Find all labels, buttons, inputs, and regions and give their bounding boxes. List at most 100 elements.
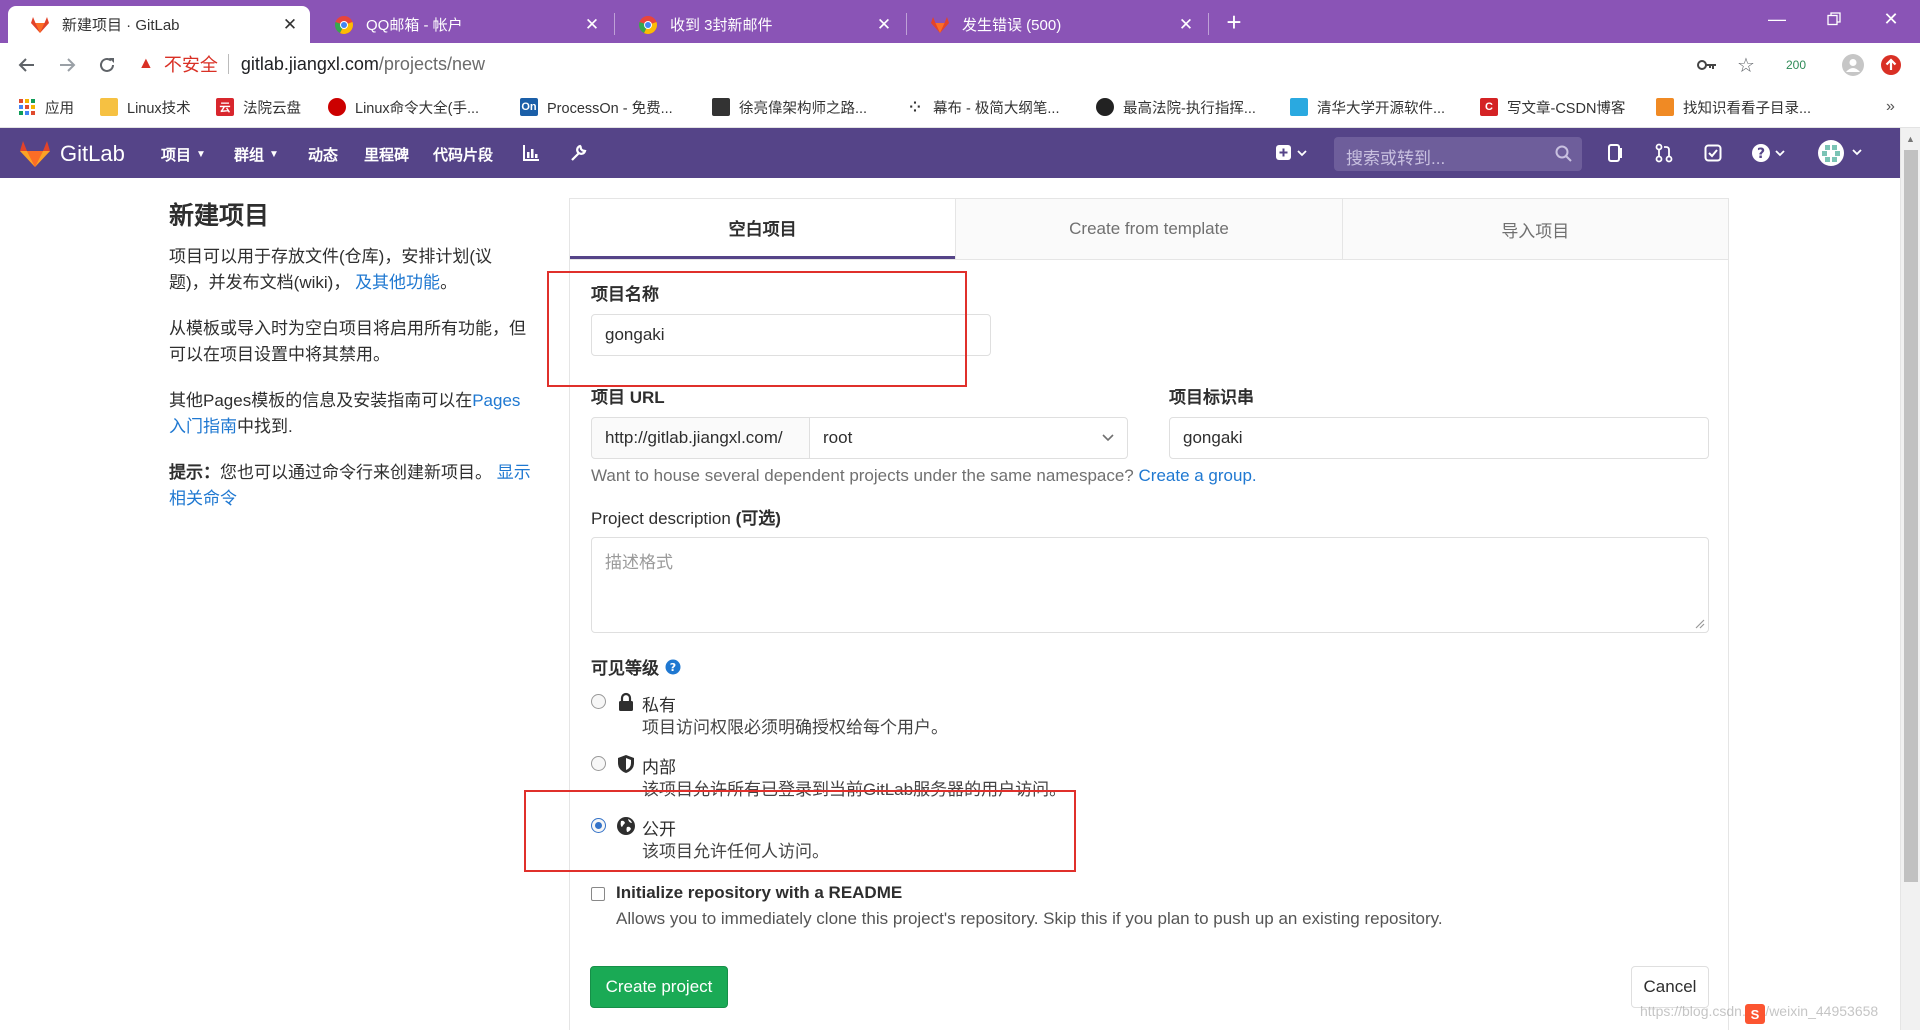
tab-create-from-template[interactable]: Create from template xyxy=(955,199,1342,259)
nav-label: 动态 xyxy=(308,147,339,164)
processon-icon: On xyxy=(520,98,538,116)
resize-handle-icon[interactable] xyxy=(1695,619,1705,629)
gitlab-brand[interactable]: GitLab xyxy=(60,141,125,167)
bookmark-linux-commands[interactable]: Linux命令大全(手... xyxy=(328,95,479,119)
readme-help: Allows you to immediately clone this pro… xyxy=(616,909,1443,928)
gitlab-logo-icon[interactable] xyxy=(20,140,50,168)
close-icon[interactable]: ✕ xyxy=(874,15,894,35)
bookmark-apps[interactable]: 应用 xyxy=(18,95,74,119)
new-dropdown-icon[interactable] xyxy=(1272,141,1312,165)
nav-label: 项目 xyxy=(161,147,192,164)
sidebar-intro-end: 。 xyxy=(440,273,458,292)
omnibox-divider xyxy=(227,54,229,74)
chrome-icon xyxy=(639,15,657,34)
page-scrollbar[interactable]: ▲ xyxy=(1900,128,1920,1030)
nav-milestones[interactable]: 里程碑 xyxy=(364,144,409,165)
nav-label: 里程碑 xyxy=(364,147,410,164)
update-icon[interactable] xyxy=(1876,51,1906,79)
browser-tab-error-500[interactable]: 发生错误 (500) ✕ xyxy=(908,6,1206,43)
browser-tab-label: 新建项目 · GitLab xyxy=(62,17,180,34)
bookmark-architect-blog[interactable]: 徐亮偉架构师之路... xyxy=(712,95,867,119)
description-optional: (可选) xyxy=(735,509,781,528)
back-icon[interactable] xyxy=(12,50,42,80)
bookmark-mubu[interactable]: ⁘ 幕布 - 极简大纲笔... xyxy=(906,95,1059,119)
tip-label: 提示： xyxy=(169,463,220,482)
create-group-link[interactable]: Create a group. xyxy=(1139,466,1257,485)
lock-icon xyxy=(619,692,633,711)
chevron-down-icon: ▼ xyxy=(196,149,206,160)
extension-badge[interactable]: 200 xyxy=(1776,51,1816,79)
cancel-button[interactable]: Cancel xyxy=(1631,966,1709,1008)
bookmark-tuna[interactable]: 清华大学开源软件... xyxy=(1290,95,1445,119)
mubu-icon: ⁘ xyxy=(906,98,924,116)
tip-text: 您也可以通过命令行来创建新项目。 xyxy=(220,463,492,482)
bookmark-label: 幕布 - 极简大纲笔... xyxy=(933,100,1060,117)
more-bookmarks-button[interactable]: » xyxy=(1886,95,1895,119)
profile-avatar-icon[interactable] xyxy=(1838,51,1868,79)
visibility-private-radio[interactable] xyxy=(591,694,606,709)
browser-tab-qq-mail[interactable]: QQ邮箱 - 帐户 ✕ xyxy=(312,6,612,43)
svg-text:?: ? xyxy=(1757,146,1765,162)
search-input[interactable]: 搜索或转到... xyxy=(1334,137,1582,171)
chart-icon[interactable] xyxy=(520,141,542,165)
todo-icon[interactable] xyxy=(1701,141,1725,165)
readme-label[interactable]: Initialize repository with a README xyxy=(616,883,902,903)
description-textarea[interactable]: 描述格式 xyxy=(591,537,1709,633)
reload-icon[interactable] xyxy=(92,50,122,80)
question-icon[interactable]: ? xyxy=(665,659,681,675)
tab-blank-project[interactable]: 空白项目 xyxy=(570,199,956,259)
window-close-icon[interactable]: ✕ xyxy=(1874,6,1908,32)
browser-tab-new-mail[interactable]: 收到 3封新邮件 ✕ xyxy=(616,6,904,43)
key-icon[interactable] xyxy=(1692,51,1722,79)
bookmark-label: 应用 xyxy=(45,100,74,117)
nav-label: 代码片段 xyxy=(433,147,494,164)
bookmark-court-cloud[interactable]: 云 法院云盘 xyxy=(216,95,301,119)
chevron-down-icon xyxy=(1102,434,1114,442)
close-icon[interactable]: ✕ xyxy=(1176,15,1196,35)
nav-projects[interactable]: 项目 ▼ xyxy=(161,144,206,165)
minimize-icon[interactable]: — xyxy=(1760,6,1794,32)
help-icon[interactable]: ? xyxy=(1748,141,1790,165)
description-label-text: Project description xyxy=(591,509,731,528)
folder-icon xyxy=(100,98,118,116)
namespace-select[interactable]: root xyxy=(809,417,1128,459)
bookmarks-bar: 应用 Linux技术 云 法院云盘 Linux命令大全(手... On Proc… xyxy=(0,86,1920,128)
visibility-internal-radio[interactable] xyxy=(591,756,606,771)
merge-request-icon[interactable] xyxy=(1652,141,1676,165)
visibility-label: 可见等级 ? xyxy=(591,654,681,679)
tab-import-project[interactable]: 导入项目 xyxy=(1341,199,1728,259)
scroll-thumb[interactable] xyxy=(1904,150,1918,882)
readme-checkbox[interactable] xyxy=(591,887,605,901)
visibility-private-desc: 项目访问权限必须明确授权给每个用户。 xyxy=(642,718,948,737)
bookmark-csdn[interactable]: C 写文章-CSDN博客 xyxy=(1480,95,1625,119)
other-features-link[interactable]: 及其他功能 xyxy=(355,273,440,292)
bookmark-supreme-court[interactable]: 最高法院-执行指挥... xyxy=(1096,95,1256,119)
project-slug-input[interactable]: gongaki xyxy=(1169,417,1709,459)
tab-divider xyxy=(614,13,615,35)
scroll-up-icon[interactable]: ▲ xyxy=(1906,134,1915,144)
csdn-icon: C xyxy=(1480,98,1498,116)
restore-icon[interactable] xyxy=(1817,6,1851,32)
close-icon[interactable]: ✕ xyxy=(582,15,602,35)
bookmark-processon[interactable]: On ProcessOn - 免费... xyxy=(520,95,673,119)
wrench-icon[interactable] xyxy=(567,141,589,165)
bookmark-zhishi[interactable]: 找知识看看子目录... xyxy=(1656,95,1811,119)
bookmark-star-icon[interactable]: ☆ xyxy=(1731,51,1761,79)
visibility-label-text: 可见等级 xyxy=(591,659,659,678)
browser-tab-gitlab-new-project[interactable]: 新建项目 · GitLab ✕ xyxy=(8,6,310,43)
nav-groups[interactable]: 群组 ▼ xyxy=(234,144,279,165)
create-project-button[interactable]: Create project xyxy=(590,966,728,1008)
issues-icon[interactable] xyxy=(1604,141,1628,165)
nav-activity[interactable]: 动态 xyxy=(308,144,338,165)
bookmark-linux[interactable]: Linux技术 xyxy=(100,95,191,119)
forward-icon[interactable] xyxy=(52,50,82,80)
close-icon[interactable]: ✕ xyxy=(280,15,300,35)
address-bar[interactable]: ▲ 不安全 gitlab.jiangxl.com/projects/new xyxy=(138,46,1418,82)
new-tab-button[interactable]: + xyxy=(1220,9,1248,37)
sidebar-intro: 项目可以用于存放文件(仓库)，安排计划(议题)，并发布文档(wiki)， 及其他… xyxy=(169,244,531,296)
user-avatar[interactable] xyxy=(1816,139,1868,167)
sidebar: 新建项目 项目可以用于存放文件(仓库)，安排计划(议题)，并发布文档(wiki)… xyxy=(169,200,531,532)
browser-tab-label: 发生错误 (500) xyxy=(962,17,1062,34)
nav-snippets[interactable]: 代码片段 xyxy=(433,144,493,165)
redhat-icon xyxy=(328,98,346,116)
